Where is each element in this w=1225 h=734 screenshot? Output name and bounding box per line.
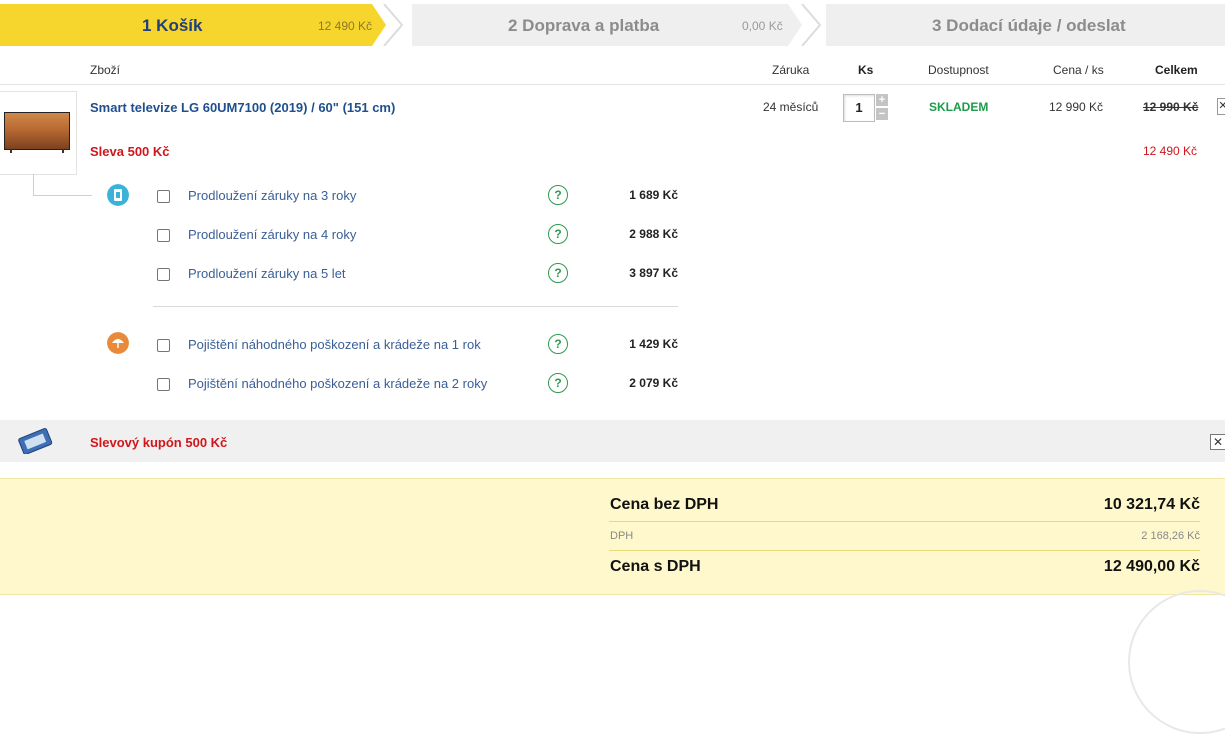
step-cart[interactable]: 1 Košík 12 490 Kč (0, 4, 386, 46)
service-price: 1 429 Kč (629, 337, 678, 351)
price-summary: Cena bez DPH 10 321,74 Kč DPH 2 168,26 K… (0, 478, 1225, 595)
step-delivery-label: 3 Dodací údaje / odeslat (932, 16, 1126, 35)
step-cart-label: 1 Košík (142, 16, 203, 35)
service-row: Pojištění náhodného poškození a krádeže … (0, 373, 700, 397)
quantity-input[interactable]: 1 (843, 94, 875, 122)
chevron-right-icon (801, 4, 822, 46)
summary-with-vat-value: 12 490,00 Kč (1103, 558, 1200, 575)
service-checkbox[interactable] (157, 268, 170, 281)
unit-price: 12 990 Kč (1049, 100, 1104, 114)
service-price: 3 897 Kč (629, 266, 678, 280)
service-label[interactable]: Pojištění náhodného poškození a krádeže … (188, 376, 487, 391)
tv-leg (10, 149, 12, 153)
service-label[interactable]: Prodloužení záruky na 5 let (188, 266, 346, 281)
service-label[interactable]: Pojištění náhodného poškození a krádeže … (188, 337, 481, 352)
header-availability: Dostupnost (928, 63, 989, 77)
summary-vat-value: 2 168,26 Kč (1141, 530, 1200, 542)
product-name-link[interactable]: Smart televize LG 60UM7100 (2019) / 60" … (90, 100, 395, 115)
header-qty: Ks (858, 63, 874, 77)
step-delivery-details[interactable]: 3 Dodací údaje / odeslat (826, 4, 1225, 46)
header-divider (0, 84, 1225, 85)
coupon-ticket-icon (18, 428, 53, 454)
service-label[interactable]: Prodloužení záruky na 3 roky (188, 188, 356, 203)
service-label[interactable]: Prodloužení záruky na 4 roky (188, 227, 356, 242)
availability-status: SKLADEM (929, 100, 989, 114)
summary-divider (609, 521, 1200, 522)
chevron-right-icon (383, 4, 404, 46)
service-row: Pojištění náhodného poškození a krádeže … (0, 334, 700, 358)
summary-vat-label: DPH (610, 530, 634, 542)
quantity-decrease-button[interactable]: − (876, 108, 888, 120)
summary-divider (609, 550, 1200, 551)
product-warranty: 24 měsíců (763, 100, 819, 114)
service-row: Prodloužení záruky na 4 roky ? 2 988 Kč (0, 224, 700, 248)
service-row: Prodloužení záruky na 3 roky ? 1 689 Kč (0, 185, 700, 209)
product-discount: Sleva 500 Kč (90, 144, 170, 159)
remove-coupon-button[interactable]: ✕ (1210, 434, 1225, 450)
service-checkbox[interactable] (157, 339, 170, 352)
coupon-row: Slevový kupón 500 Kč ✕ (0, 420, 1225, 462)
service-price: 2 079 Kč (629, 376, 678, 390)
step-shipping-payment[interactable]: 2 Doprava a platba 0,00 Kč (412, 4, 802, 46)
service-checkbox[interactable] (157, 190, 170, 203)
service-checkbox[interactable] (157, 229, 170, 242)
step-cart-amount: 12 490 Kč (318, 19, 373, 33)
help-icon[interactable]: ? (548, 185, 568, 205)
remove-product-button[interactable]: ✕ (1217, 98, 1225, 115)
service-price: 2 988 Kč (629, 227, 678, 241)
tv-leg (62, 149, 64, 153)
service-checkbox[interactable] (157, 378, 170, 391)
service-row: Prodloužení záruky na 5 let ? 3 897 Kč (0, 263, 700, 287)
corner-watermark (1128, 590, 1225, 734)
help-icon[interactable]: ? (548, 263, 568, 283)
services-divider (153, 306, 678, 307)
header-total: Celkem (1155, 63, 1198, 77)
help-icon[interactable]: ? (548, 334, 568, 354)
header-goods: Zboží (90, 63, 121, 77)
summary-without-vat-value: 10 321,74 Kč (1103, 496, 1200, 513)
help-icon[interactable]: ? (548, 224, 568, 244)
total-original-price: 12 990 Kč (1143, 100, 1199, 114)
help-icon[interactable]: ? (548, 373, 568, 393)
service-price: 1 689 Kč (629, 188, 678, 202)
coupon-label: Slevový kupón 500 Kč (90, 435, 228, 450)
total-discounted-price: 12 490 Kč (1143, 144, 1198, 158)
step-shipping-amount: 0,00 Kč (742, 19, 783, 33)
summary-with-vat-label: Cena s DPH (610, 558, 701, 575)
product-thumbnail[interactable] (0, 91, 77, 175)
checkout-steps: 1 Košík 12 490 Kč 2 Doprava a platba 0,0… (0, 0, 1225, 50)
step-shipping-label: 2 Doprava a platba (508, 16, 660, 35)
quantity-increase-button[interactable]: + (876, 94, 888, 106)
summary-without-vat-label: Cena bez DPH (610, 496, 719, 513)
tv-image (4, 112, 70, 150)
header-unit-price: Cena / ks (1053, 63, 1104, 77)
header-warranty: Záruka (772, 63, 810, 77)
